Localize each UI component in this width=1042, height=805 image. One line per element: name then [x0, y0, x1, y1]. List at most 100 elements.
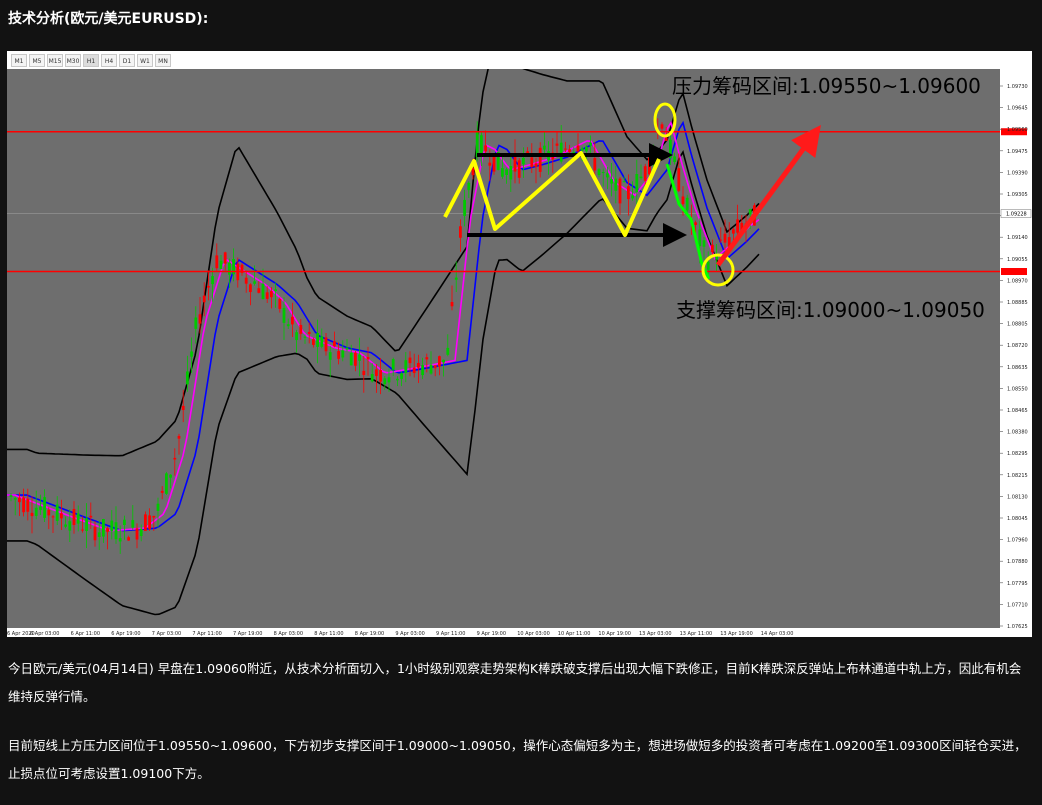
candle-body	[211, 276, 214, 285]
price-tick-label: 1.08550	[1007, 386, 1028, 392]
candle-body	[316, 333, 319, 347]
timeframe-button-h4[interactable]: H4	[101, 54, 117, 67]
price-tick-label: 1.08215	[1007, 473, 1028, 479]
candle-body	[681, 196, 685, 205]
time-tick-label: 6 Apr 19:00	[111, 631, 140, 637]
candle-body	[614, 178, 618, 191]
timeframe-button-w1[interactable]: W1	[137, 54, 153, 67]
price-chart-canvas[interactable]: 压力筹码区间:1.09550~1.09600 支撑筹码区间:1.09000~1.0…	[7, 69, 1032, 637]
candle-body	[589, 142, 592, 146]
candle-body	[291, 316, 294, 325]
candle-body	[379, 370, 382, 382]
candle-body	[576, 145, 580, 152]
candle-body	[501, 168, 504, 177]
candle-body	[102, 519, 105, 537]
candle-body	[513, 155, 517, 172]
timeframe-button-m30[interactable]: M30	[65, 54, 81, 67]
candle-body	[270, 291, 273, 298]
candle-body	[169, 474, 172, 478]
candle-body	[627, 186, 630, 200]
candle-body	[282, 307, 286, 323]
candle-body	[366, 356, 370, 360]
price-tick-label: 1.08970	[1007, 278, 1028, 284]
timeframe-button-m15[interactable]: M15	[47, 54, 63, 67]
candle-body	[18, 497, 21, 503]
candle-body	[64, 524, 67, 527]
candle-body	[26, 498, 30, 512]
candle-body	[202, 295, 206, 303]
price-tick-label: 1.07880	[1007, 559, 1028, 565]
candle-body	[215, 255, 219, 269]
candle-body	[555, 143, 559, 146]
candle-body	[446, 347, 450, 355]
candle-body	[711, 244, 714, 253]
timeframe-button-mn[interactable]: MN	[155, 54, 171, 67]
price-tick-label: 1.09055	[1007, 257, 1028, 263]
candle-body	[622, 181, 626, 183]
trading-chart[interactable]: M1 M5 M15 M30 H1 H4 D1 W1 MN 压力筹码区间:1.09550~1.09…	[7, 51, 1032, 637]
candle-body	[60, 513, 63, 519]
time-tick-label: 13 Apr 11:00	[680, 631, 713, 637]
candle-body	[249, 284, 252, 293]
candle-body	[81, 529, 84, 531]
candle-body	[349, 352, 353, 366]
candle-body	[114, 522, 118, 540]
candle-body	[505, 169, 508, 175]
candle-body	[223, 252, 227, 264]
candle-body	[400, 373, 403, 379]
candle-body	[404, 360, 408, 374]
timeframe-button-m1[interactable]: M1	[11, 54, 27, 67]
candle-body	[564, 148, 567, 150]
candle-body	[22, 497, 25, 513]
candle-body	[669, 139, 672, 158]
page-title: 技术分析(欧元/美元EURUSD):	[8, 11, 209, 27]
timeframe-button-m5[interactable]: M5	[29, 54, 45, 67]
candle-body	[517, 160, 521, 178]
candle-body	[186, 371, 189, 385]
candle-body	[509, 166, 513, 180]
price-tick-label: 1.08465	[1007, 408, 1028, 414]
time-tick-label: 7 Apr 11:00	[192, 631, 221, 637]
candle-body	[55, 504, 59, 521]
candle-body	[354, 352, 357, 366]
candle-body	[312, 339, 315, 345]
candle-body	[538, 147, 542, 172]
timeframe-button-d1[interactable]: D1	[119, 54, 135, 67]
candle-body	[484, 145, 487, 152]
price-tick-label: 1.07625	[1007, 624, 1028, 630]
candle-body	[383, 378, 387, 385]
candle-body	[412, 367, 416, 374]
candle-body	[173, 457, 177, 460]
price-tick-label: 1.07960	[1007, 538, 1028, 544]
candle-body	[286, 324, 290, 327]
candle-body	[643, 166, 647, 181]
candle-body	[324, 337, 328, 352]
candle-body	[664, 137, 668, 141]
candle-body	[580, 148, 584, 151]
candle-body	[421, 365, 424, 376]
candle-body	[534, 163, 538, 167]
price-tick-label: 1.08720	[1007, 343, 1028, 349]
candle-body	[723, 233, 727, 243]
candle-body	[429, 364, 433, 374]
candle-body	[253, 281, 256, 284]
price-tick-label: 1.09390	[1007, 170, 1028, 176]
time-tick-label: 9 Apr 11:00	[436, 631, 465, 637]
price-tick-label: 1.09140	[1007, 235, 1028, 241]
candle-body	[362, 370, 366, 376]
candle-body	[370, 374, 374, 382]
timeframe-toolbar: M1 M5 M15 M30 H1 H4 D1 W1 MN	[7, 51, 1032, 69]
price-tick-label: 1.09730	[1007, 84, 1028, 90]
time-tick-label: 9 Apr 19:00	[477, 631, 506, 637]
candle-body	[631, 195, 634, 199]
resistance-zone-label: 压力筹码区间:1.09550~1.09600	[672, 74, 981, 98]
candle-body	[265, 292, 269, 299]
time-tick-label: 14 Apr 03:00	[761, 631, 794, 637]
candle-body	[148, 515, 151, 530]
timeframe-button-h1[interactable]: H1	[83, 54, 99, 67]
price-tick-label: 1.08380	[1007, 430, 1028, 436]
candle-body	[459, 226, 462, 238]
candle-body	[635, 174, 639, 193]
candle-body	[85, 518, 88, 531]
time-tick-label: 10 Apr 03:00	[517, 631, 550, 637]
